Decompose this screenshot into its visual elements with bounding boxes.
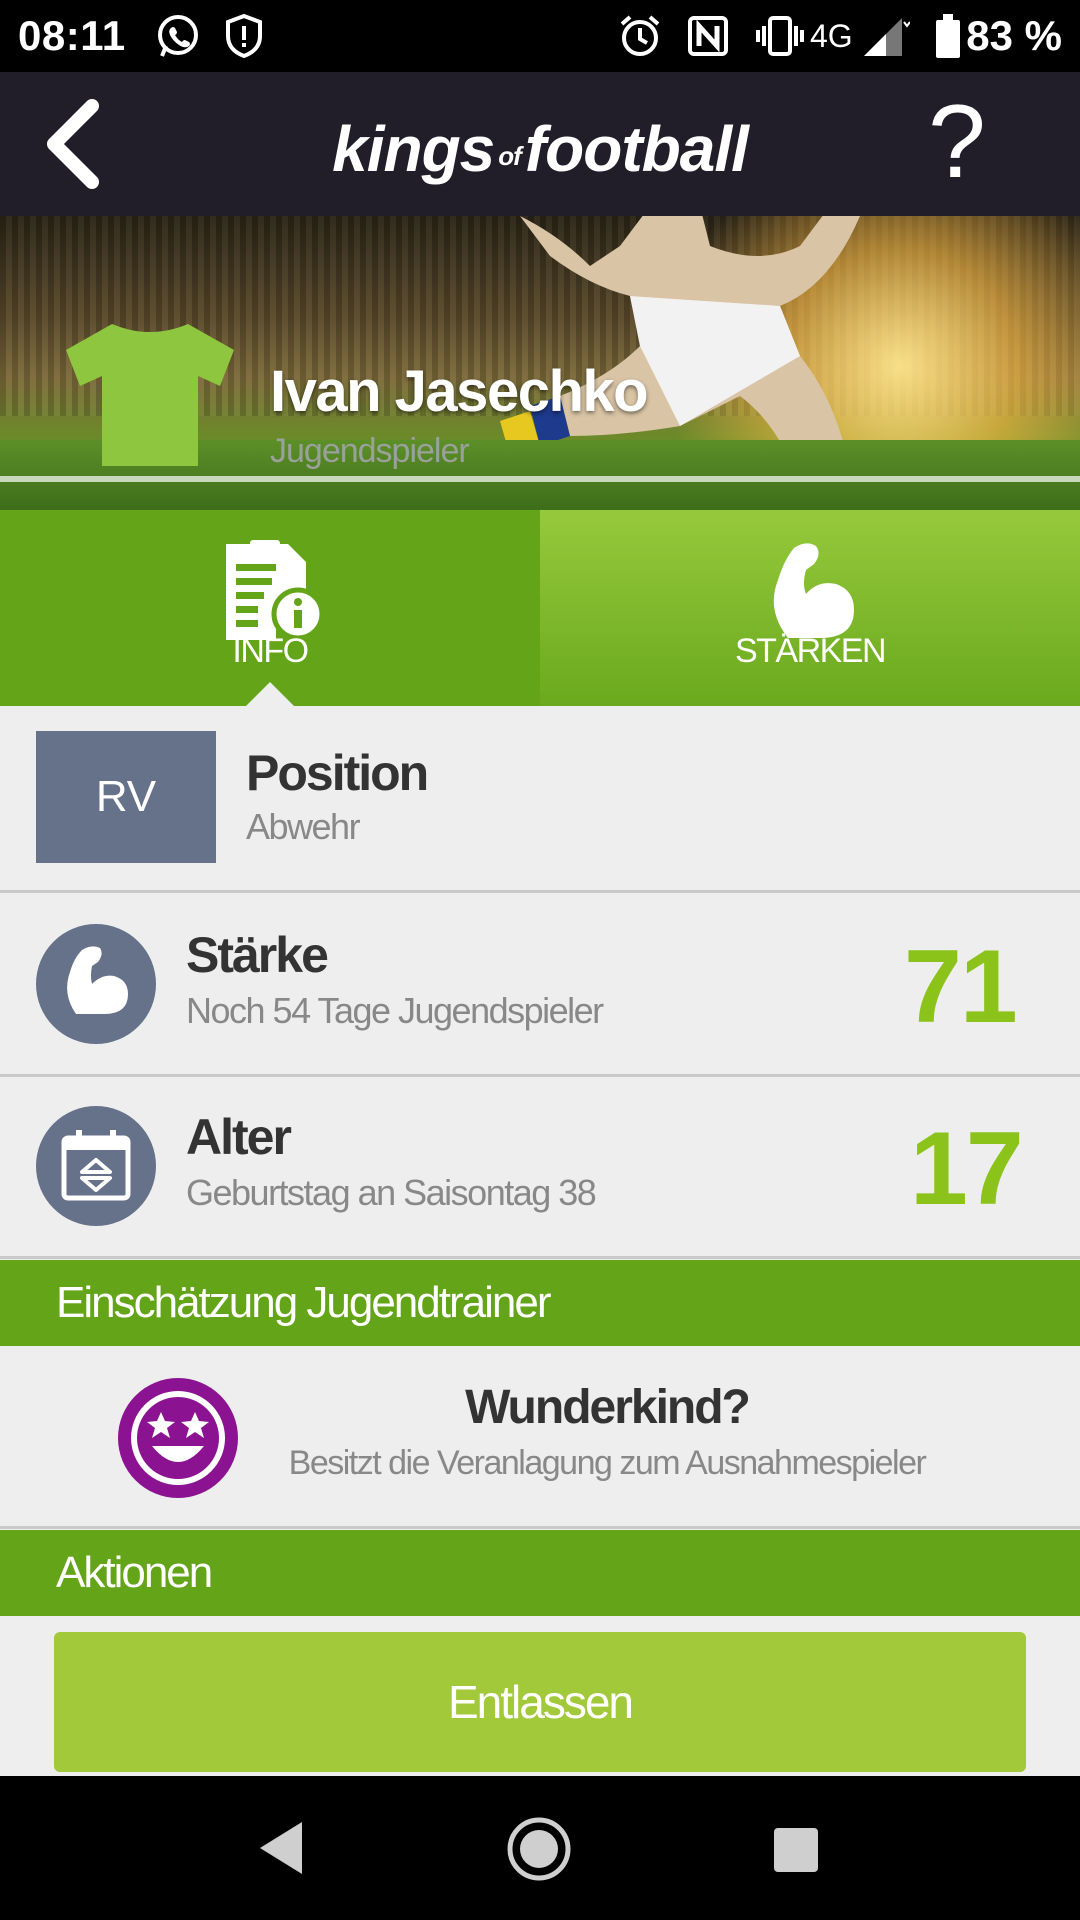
divider [0,890,1080,893]
position-value: Abwehr [246,806,361,847]
shield-alert-icon [226,13,262,59]
assessment-title: Wunderkind? [465,1381,751,1434]
age-icon-circle [36,1106,156,1226]
battery-level: 83 % [966,12,1062,59]
clipboard-info-icon [226,540,325,640]
player-name: Ivan Jasechko [270,359,649,424]
active-tab-indicator [246,682,294,706]
assessment-section-title: Einschätzung Jugendtrainer [56,1278,551,1327]
age-subtitle: Geburtstag an Saisontag 38 [186,1172,597,1213]
strength-title: Stärke [186,927,329,983]
tab-staerken[interactable]: STÄRKEN [540,510,1080,706]
shirt-icon [66,324,234,466]
logo-football: football [524,113,749,185]
tab-staerken-label: STÄRKEN [734,632,887,670]
nav-recent-apps-icon[interactable] [774,1828,818,1872]
alarm-icon [620,15,660,56]
strength-subtitle: Noch 54 Tage Jugendspieler [186,990,604,1031]
pitch-line [0,476,1080,482]
assessment-section-header: Einschätzung Jugendtrainer [0,1260,1080,1346]
status-time: 08:11 [18,12,126,59]
divider [0,1256,1080,1259]
network-type: 4G [810,18,853,54]
assessment-subtitle: Besitzt die Veranlagung zum Ausnahmespie… [288,1444,927,1482]
divider [0,1074,1080,1077]
whatsapp-icon [158,15,198,57]
dismiss-player-button[interactable]: Entlassen [54,1632,1026,1772]
flexed-biceps-icon [773,543,854,638]
nav-home-icon[interactable] [506,1816,572,1882]
app-logo: kings offootball [0,112,1080,186]
signal-icon [864,18,910,56]
tab-info-label: INFO [232,632,309,670]
actions-section-title: Aktionen [56,1548,213,1597]
help-button[interactable]: ? [928,90,986,194]
flexed-biceps-icon [67,946,128,1014]
battery-icon [936,14,960,58]
logo-kings: kings [332,113,495,185]
star-eyes-smiley-icon [118,1378,238,1498]
strength-value: 71 [904,929,1018,1045]
age-title: Alter [186,1109,292,1165]
age-value: 17 [910,1111,1024,1227]
system-nav-bar [0,1776,1080,1920]
player-status: Jugendspieler [270,432,470,470]
actions-section-header: Aktionen [0,1530,1080,1616]
tab-info[interactable]: INFO [0,510,540,706]
divider [0,1526,1080,1529]
nav-back-icon[interactable] [256,1818,306,1878]
nfc-icon [688,16,728,56]
tab-bar: INFO STÄRKEN [0,510,1080,706]
logo-of: of [498,141,522,171]
position-badge: RV [36,731,216,863]
strength-icon-circle [36,924,156,1044]
calendar-icon [61,1130,131,1201]
position-title: Position [246,745,429,801]
vibrate-icon [756,16,804,56]
status-bar: 08:11 4G 83 % [0,0,1080,72]
app-header: kings offootball ? [0,72,1080,216]
